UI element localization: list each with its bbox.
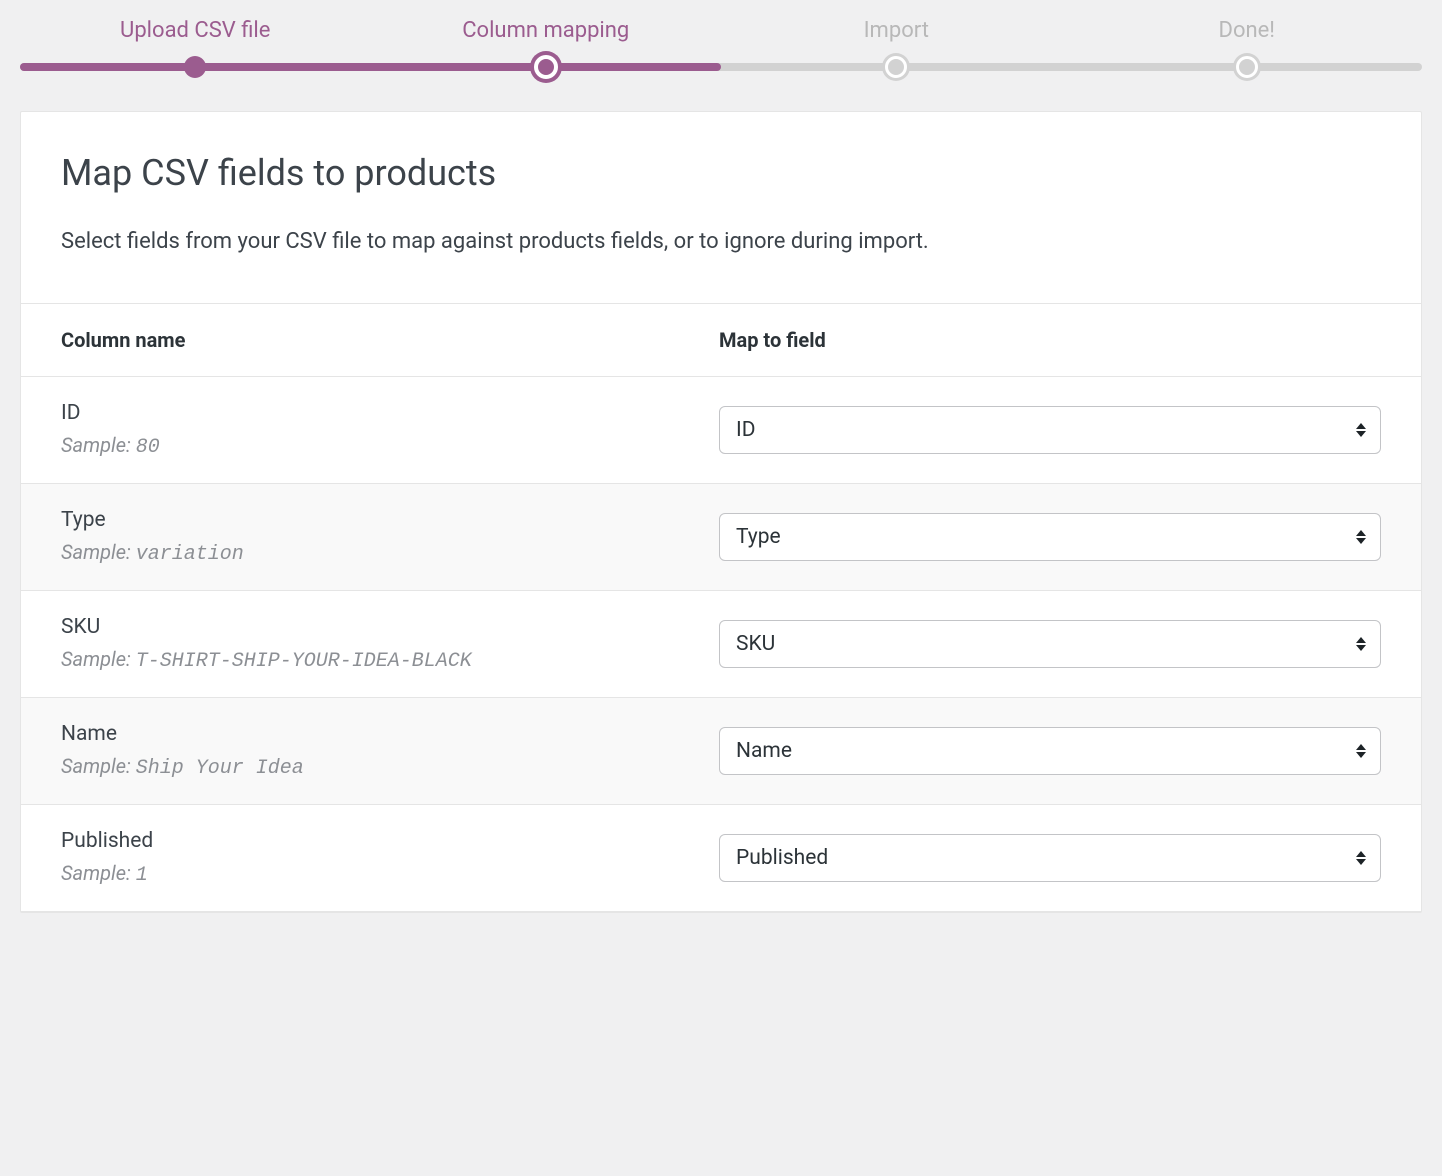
column-name: SKU (61, 615, 639, 639)
map-field-cell: Type (679, 484, 1421, 591)
select-value: ID (736, 418, 756, 442)
map-field-cell: ID (679, 377, 1421, 484)
map-field-select[interactable]: SKU (719, 620, 1381, 668)
mapping-card: Map CSV fields to products Select fields… (20, 111, 1422, 913)
chevron-updown-icon (1356, 637, 1366, 651)
chevron-updown-icon (1356, 423, 1366, 437)
step-dot-upload (184, 56, 206, 78)
chevron-updown-icon (1356, 851, 1366, 865)
select-value: SKU (736, 632, 775, 656)
column-sample: Sample: Ship Your Idea (61, 754, 639, 780)
map-field-select[interactable]: ID (719, 406, 1381, 454)
select-value: Published (736, 846, 828, 870)
step-dot-done (1236, 56, 1258, 78)
step-dot-import (885, 56, 907, 78)
column-name: Published (61, 829, 639, 853)
column-name-cell: Name Sample: Ship Your Idea (21, 698, 679, 805)
progress-fill (20, 63, 721, 71)
column-sample: Sample: T-SHIRT-SHIP-YOUR-IDEA-BLACK (61, 647, 639, 673)
mapping-table: Column name Map to field ID Sample: 80 ID T… (21, 304, 1421, 912)
column-name-cell: SKU Sample: T-SHIRT-SHIP-YOUR-IDEA-BLACK (21, 591, 679, 698)
column-sample: Sample: 80 (61, 433, 639, 459)
column-sample: Sample: variation (61, 540, 639, 566)
table-row: Name Sample: Ship Your Idea Name (21, 698, 1421, 805)
select-value: Type (736, 525, 781, 549)
map-field-cell: Name (679, 698, 1421, 805)
table-row: Type Sample: variation Type (21, 484, 1421, 591)
progress-stepper: Upload CSV file Column mapping Import Do… (20, 0, 1422, 71)
chevron-updown-icon (1356, 530, 1366, 544)
column-name: Type (61, 508, 639, 532)
column-name-header: Column name (21, 304, 679, 377)
map-to-field-header: Map to field (679, 304, 1421, 377)
column-name-cell: ID Sample: 80 (21, 377, 679, 484)
column-name: Name (61, 722, 639, 746)
column-name-cell: Published Sample: 1 (21, 805, 679, 912)
progress-track (20, 63, 1422, 71)
map-field-select[interactable]: Published (719, 834, 1381, 882)
step-dot-mapping (534, 55, 558, 79)
column-name: ID (61, 401, 639, 425)
map-field-select[interactable]: Name (719, 727, 1381, 775)
page-title: Map CSV fields to products (61, 152, 1381, 194)
table-row: Published Sample: 1 Published (21, 805, 1421, 912)
chevron-updown-icon (1356, 744, 1366, 758)
select-value: Name (736, 739, 792, 763)
page-description: Select fields from your CSV file to map … (61, 224, 1381, 259)
column-sample: Sample: 1 (61, 861, 639, 887)
column-name-cell: Type Sample: variation (21, 484, 679, 591)
table-row: SKUSample: T-SHIRT-SHIP-YOUR-IDEA-BLACKS… (21, 591, 1421, 698)
map-field-select[interactable]: Type (719, 513, 1381, 561)
map-field-cell: SKU (679, 591, 1421, 698)
card-header: Map CSV fields to products Select fields… (21, 112, 1421, 304)
map-field-cell: Published (679, 805, 1421, 912)
table-row: ID Sample: 80 ID (21, 377, 1421, 484)
